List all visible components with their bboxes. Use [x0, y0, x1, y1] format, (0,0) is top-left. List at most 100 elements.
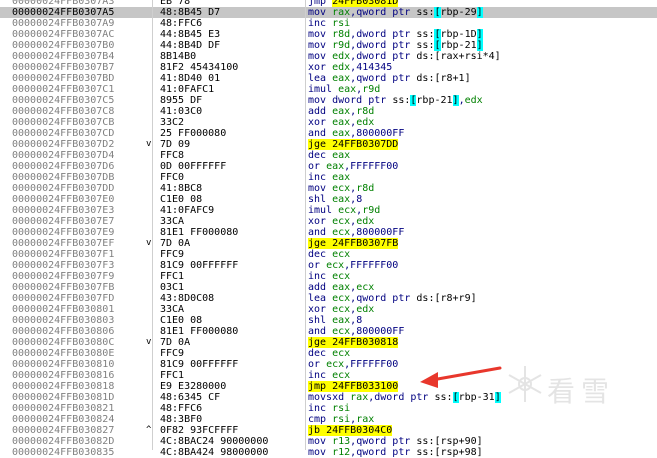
jump-up-icon: ^ — [146, 425, 152, 435]
address: 00000024FFB0307C1 — [12, 84, 115, 95]
selected-instruction-row[interactable]: 00000024FFB0307A5 48:8B45 D7 mov rax,qword… — [0, 7, 657, 18]
instruction-row[interactable]: 00000024FFB0307C5 8955 DF mov dword ptr ss… — [0, 95, 657, 106]
address: 00000024FFB030816 — [12, 370, 115, 381]
instruction-row[interactable]: 00000024FFB03082D 4C:8BAC24 90000000 mov r… — [0, 436, 657, 447]
address: 00000024FFB0307AC — [12, 29, 115, 40]
instruction: add eax,ecx — [308, 282, 374, 293]
instruction-token: eax — [332, 315, 351, 326]
instruction-row[interactable]: 00000024FFB030835 4C:8BA424 98000000 mov r… — [0, 447, 657, 458]
instruction-token: mov — [308, 7, 333, 18]
instruction: lea eax,qword ptr ds:[r8+1] — [308, 73, 471, 84]
address: 00000024FFB0307E0 — [12, 194, 115, 205]
instruction-row[interactable]: 00000024FFB0307F3 81C9 00FFFFFF or ecx,FFF… — [0, 260, 657, 271]
address: 00000024FFB03080C — [12, 337, 115, 348]
watermark-text: 看雪 — [547, 375, 616, 408]
instruction-token: ecx — [332, 271, 351, 282]
instruction-token: ecx — [338, 205, 357, 216]
instruction-row[interactable]: 00000024FFB0307D6 0D 00FFFFFF or eax,FFFFF… — [0, 161, 657, 172]
instruction-row[interactable]: 00000024FFB0307FD 43:8D0C08 lea ecx,qword … — [0, 293, 657, 304]
address: 00000024FFB03081D — [12, 392, 115, 403]
instruction-row[interactable]: 00000024FFB0307DD 41:8BC8 mov ecx,r8d — [0, 183, 657, 194]
instruction-token: ss: — [416, 40, 435, 51]
column-divider — [152, 0, 153, 450]
instruction-token: lea — [308, 73, 333, 84]
instruction-row[interactable]: 00000024FFB0307A3 EB 78 jmp 24FFB03081D — [0, 0, 657, 7]
instruction-token: ds: — [416, 51, 435, 62]
instruction-token: qword ptr — [356, 73, 417, 84]
address: 00000024FFB0307FD — [12, 293, 115, 304]
instruction-row[interactable]: 00000024FFB0307B0 44:8B4D DF mov r9d,dword… — [0, 40, 657, 51]
instruction-token: eax — [332, 150, 351, 161]
instruction-token: 24FFB03081D — [332, 0, 399, 7]
instruction-row[interactable]: 00000024FFB0307CB 33C2 xor eax,edx — [0, 117, 657, 128]
instruction: mov r9d,dword ptr ss:[rbp-21] — [308, 40, 483, 51]
instruction-token: jge — [308, 139, 333, 150]
instruction-token: qword ptr — [356, 436, 417, 447]
instruction-row[interactable]: 00000024FFB0307CD 25 FF000080 and eax,8000… — [0, 128, 657, 139]
instruction-row[interactable]: 00000024FFB0307EF v 7D 0A jge 24FFB0307FB — [0, 238, 657, 249]
instruction-row[interactable]: 00000024FFB0307DB FFC0 inc eax — [0, 172, 657, 183]
instruction: imul eax,r9d — [308, 84, 380, 95]
instruction-token: ss: — [434, 392, 453, 403]
instruction-row[interactable]: 00000024FFB0307F1 FFC9 dec ecx — [0, 249, 657, 260]
instruction-token: rbp-21 — [416, 95, 453, 106]
instruction-token: FFFFFF00 — [350, 260, 399, 271]
address: 00000024FFB0307B0 — [12, 40, 115, 51]
address: 00000024FFB0307C5 — [12, 95, 115, 106]
address: 00000024FFB0307FB — [12, 282, 115, 293]
instruction-row[interactable]: 00000024FFB030824 48:3BF0 cmp rsi,rax — [0, 414, 657, 425]
opcode-bytes: 8955 DF — [160, 95, 203, 106]
instruction-token: dword ptr — [356, 40, 417, 51]
instruction-token: r8d — [356, 183, 375, 194]
instruction-row[interactable]: 00000024FFB0307B4 8B14B0 mov edx,dword ptr… — [0, 51, 657, 62]
instruction-row[interactable]: 00000024FFB0307E9 81E1 FF000080 and ecx,80… — [0, 227, 657, 238]
instruction-row[interactable]: 00000024FFB0307E0 C1E0 08 shl eax,8 — [0, 194, 657, 205]
instruction-row[interactable]: 00000024FFB03080E FFC9 dec ecx — [0, 348, 657, 359]
instruction-row[interactable]: 00000024FFB0307D2 v 7D 09 jge 24FFB0307DD — [0, 139, 657, 150]
instruction-row[interactable]: 00000024FFB030801 33CA xor ecx,edx — [0, 304, 657, 315]
instruction-token: ecx — [332, 293, 351, 304]
opcode-bytes: FFC8 — [160, 150, 185, 161]
instruction-row[interactable]: 00000024FFB0307B7 81F2 45434100 xor edx,41… — [0, 62, 657, 73]
opcode-bytes: 7D 0A — [160, 337, 191, 348]
instruction-row[interactable]: 00000024FFB030803 C1E0 08 shl eax,8 — [0, 315, 657, 326]
jump-down-icon: v — [146, 337, 152, 347]
instruction-token: ] — [476, 29, 483, 40]
opcode-bytes: 48:6345 CF — [160, 392, 221, 403]
instruction-row[interactable]: 00000024FFB0307D4 FFC8 dec eax — [0, 150, 657, 161]
instruction-token: and — [308, 128, 333, 139]
instruction-row[interactable]: 00000024FFB030827 ^ 0F82 93FCFFFF jb 24FFB0… — [0, 425, 657, 436]
instruction-row[interactable]: 00000024FFB0307C1 41:0FAFC1 imul eax,r9d — [0, 84, 657, 95]
instruction: or eax,FFFFFF00 — [308, 161, 398, 172]
instruction-token: inc — [308, 18, 333, 29]
instruction: or ecx,FFFFFF00 — [308, 260, 398, 271]
instruction-token: edx — [356, 117, 375, 128]
instruction-row[interactable]: 00000024FFB0307FB 03C1 add eax,ecx — [0, 282, 657, 293]
instruction: mov rax,qword ptr ss:[rbp-29] — [308, 7, 483, 18]
instruction-row[interactable]: 00000024FFB0307A9 48:FFC6 inc rsi — [0, 18, 657, 29]
instruction-token: ecx — [326, 260, 345, 271]
instruction-token: ] — [494, 392, 501, 403]
instruction: jge 24FFB0307FB — [308, 238, 399, 249]
opcode-bytes: C1E0 08 — [160, 194, 203, 205]
instruction-row[interactable]: 00000024FFB0307E3 41:0FAFC9 imul ecx,r9d — [0, 205, 657, 216]
address: 00000024FFB0307E7 — [12, 216, 115, 227]
instruction-row[interactable]: 00000024FFB0307E7 33CA xor ecx,edx — [0, 216, 657, 227]
opcode-bytes: 43:8D0C08 — [160, 293, 215, 304]
instruction-row[interactable]: 00000024FFB0307F9 FFC1 inc ecx — [0, 271, 657, 282]
opcode-bytes: FFC1 — [160, 271, 185, 282]
instruction-token: cmp — [308, 414, 333, 425]
instruction-token: FFFFFF00 — [350, 161, 399, 172]
instruction: shl eax,8 — [308, 194, 362, 205]
opcode-bytes: 41:0FAFC9 — [160, 205, 215, 216]
instruction: dec eax — [308, 150, 350, 161]
instruction-row[interactable]: 00000024FFB0307C8 41:03C0 add eax,r8d — [0, 106, 657, 117]
instruction-row[interactable]: 00000024FFB03080C v 7D 0A jge 24FFB030818 — [0, 337, 657, 348]
instruction-token: 24FFB030818 — [332, 337, 399, 348]
address: 00000024FFB03082D — [12, 436, 115, 447]
instruction-row[interactable]: 00000024FFB0307BD 41:8D40 01 lea eax,qword… — [0, 73, 657, 84]
instruction-token: 800000FF — [356, 326, 405, 337]
instruction-row[interactable]: 00000024FFB030806 81E1 FF000080 and ecx,80… — [0, 326, 657, 337]
instruction: inc rsi — [308, 403, 350, 414]
instruction-row[interactable]: 00000024FFB0307AC 44:8B45 E3 mov r8d,dword… — [0, 29, 657, 40]
